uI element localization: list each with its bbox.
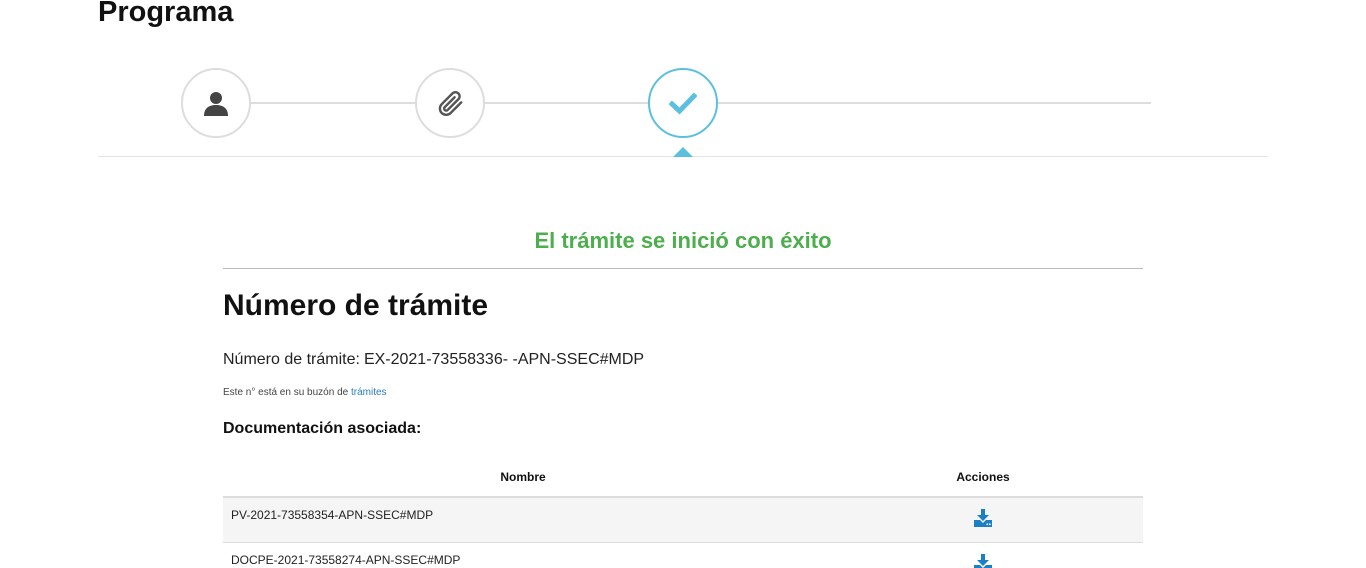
step-confirmation[interactable] xyxy=(648,68,718,138)
download-icon xyxy=(974,553,992,568)
step-connector xyxy=(484,102,650,104)
active-step-pointer xyxy=(673,147,693,157)
tramites-link[interactable]: trámites xyxy=(351,387,387,398)
user-icon xyxy=(204,92,228,116)
section-heading: Número de trámite xyxy=(223,289,489,322)
step-attachments[interactable] xyxy=(415,68,485,138)
download-button[interactable] xyxy=(973,553,993,568)
document-name: DOCPE-2021-73558274-APN-SSEC#MDP xyxy=(223,541,823,568)
column-header-name: Nombre xyxy=(223,458,823,498)
table-row: PV-2021-73558354-APN-SSEC#MDP xyxy=(223,496,1143,542)
result-panel: El trámite se inició con éxito Número de… xyxy=(223,226,1143,568)
step-connector xyxy=(250,102,416,104)
tramite-number: Número de trámite: EX-2021-73558336- -APN… xyxy=(223,350,1143,370)
download-icon xyxy=(974,509,992,527)
documents-table: Nombre Acciones PV-2021-73558354-APN-SSE… xyxy=(223,458,1143,568)
step-connector xyxy=(718,102,1151,104)
column-header-actions: Acciones xyxy=(823,458,1143,498)
table-header-row: Nombre Acciones xyxy=(223,458,1143,498)
progress-stepper xyxy=(98,66,1268,158)
success-message: El trámite se inició con éxito xyxy=(223,226,1143,269)
tramite-number-value: EX-2021-73558336- -APN-SSEC#MDP xyxy=(363,351,645,368)
download-button[interactable] xyxy=(973,509,993,530)
action-cell xyxy=(823,541,1143,568)
check-icon xyxy=(669,92,697,115)
docs-label: Documentación asociada: xyxy=(223,420,422,437)
inbox-note: Este n° está en su buzón de trámites xyxy=(223,386,1143,400)
tramite-number-label: Número de trámite: xyxy=(223,351,360,368)
step-personal-data[interactable] xyxy=(181,68,251,138)
action-cell xyxy=(823,496,1143,542)
paperclip-icon xyxy=(438,90,463,116)
document-name: PV-2021-73558354-APN-SSEC#MDP xyxy=(223,496,823,542)
table-row: DOCPE-2021-73558274-APN-SSEC#MDP xyxy=(223,541,1143,568)
inbox-note-text: Este n° está en su buzón de xyxy=(223,387,349,398)
page-title: Programa xyxy=(98,0,234,28)
